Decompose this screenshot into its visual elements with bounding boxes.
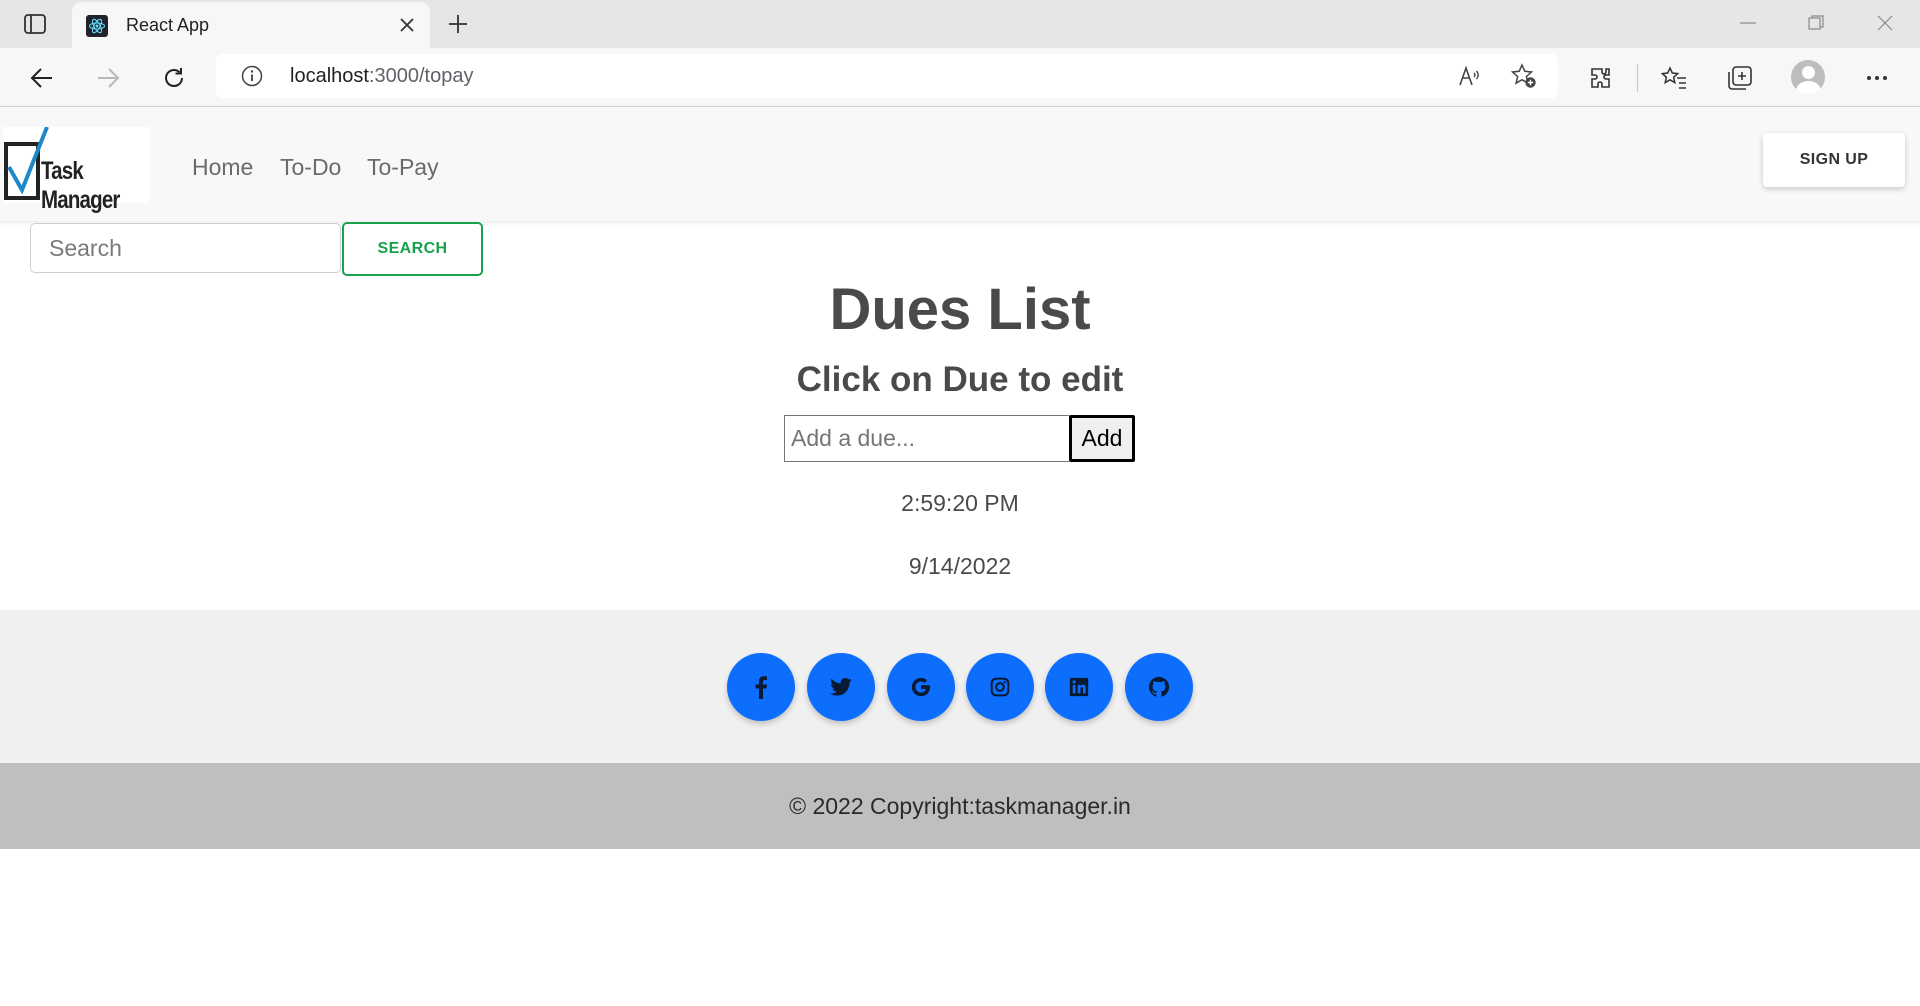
back-icon[interactable] bbox=[24, 60, 60, 96]
nav-link-todo[interactable]: To-Do bbox=[280, 154, 341, 181]
close-icon[interactable] bbox=[394, 12, 420, 38]
plus-icon[interactable] bbox=[442, 9, 474, 39]
browser-tabstrip: React App bbox=[0, 0, 1920, 48]
add-due-input[interactable] bbox=[784, 415, 1069, 462]
github-icon[interactable] bbox=[1125, 653, 1193, 721]
site-logo[interactable]: Task Manager bbox=[3, 127, 150, 214]
logo-text: Task Manager bbox=[41, 157, 120, 214]
facebook-icon[interactable] bbox=[727, 653, 795, 721]
search-button[interactable]: SEARCH bbox=[342, 222, 483, 276]
profile-head bbox=[1802, 66, 1815, 79]
instagram-icon[interactable] bbox=[966, 653, 1034, 721]
add-due-button[interactable]: Add bbox=[1069, 415, 1135, 462]
browser-tab[interactable]: React App bbox=[72, 2, 430, 48]
tab-title: React App bbox=[126, 15, 210, 35]
google-icon[interactable] bbox=[887, 653, 955, 721]
profile-body bbox=[1796, 81, 1821, 94]
nav-link-home[interactable]: Home bbox=[192, 154, 253, 181]
react-favicon-icon bbox=[86, 15, 108, 37]
add-favorite-icon[interactable] bbox=[1510, 62, 1538, 90]
read-aloud-icon[interactable] bbox=[1456, 62, 1484, 90]
favorites-icon[interactable] bbox=[1656, 60, 1692, 96]
url-text[interactable]: localhost:3000/topay bbox=[290, 65, 473, 88]
twitter-icon[interactable] bbox=[807, 653, 875, 721]
linkedin-icon[interactable] bbox=[1045, 653, 1113, 721]
restore-icon[interactable] bbox=[1788, 6, 1844, 40]
extensions-icon[interactable] bbox=[1583, 60, 1619, 96]
site-navbar: Task Manager Home To-Do To-Pay SIGN UP bbox=[0, 107, 1920, 221]
tab-actions-icon[interactable] bbox=[18, 10, 52, 38]
refresh-icon[interactable] bbox=[156, 60, 192, 96]
current-date: 9/14/2022 bbox=[908, 553, 1012, 579]
page-title: Dues List bbox=[829, 277, 1091, 342]
site-footer bbox=[0, 610, 1920, 763]
url-path: :3000/topay bbox=[368, 65, 474, 87]
minimize-icon[interactable] bbox=[1720, 6, 1776, 40]
close-window-icon[interactable] bbox=[1857, 6, 1913, 40]
page-subtitle: Click on Due to edit bbox=[796, 360, 1124, 399]
more-icon[interactable] bbox=[1859, 60, 1895, 96]
toolbar-divider bbox=[1637, 64, 1638, 92]
forward-icon[interactable] bbox=[90, 60, 126, 96]
copyright-bar: © 2022 Copyright:taskmanager.in bbox=[0, 763, 1920, 849]
collections-icon[interactable] bbox=[1722, 60, 1758, 96]
url-host: localhost bbox=[290, 65, 369, 87]
copyright-text: © 2022 Copyright:taskmanager.in bbox=[789, 792, 1131, 819]
address-bar[interactable]: localhost:3000/topay bbox=[216, 54, 1558, 98]
browser-toolbar: localhost:3000/topay bbox=[0, 48, 1920, 107]
current-time: 2:59:20 PM bbox=[901, 490, 1019, 516]
profile-icon[interactable] bbox=[1791, 60, 1825, 94]
sign-up-button[interactable]: SIGN UP bbox=[1763, 133, 1905, 187]
info-icon[interactable] bbox=[240, 64, 264, 88]
nav-link-topay[interactable]: To-Pay bbox=[367, 154, 439, 181]
search-input[interactable] bbox=[30, 223, 341, 273]
